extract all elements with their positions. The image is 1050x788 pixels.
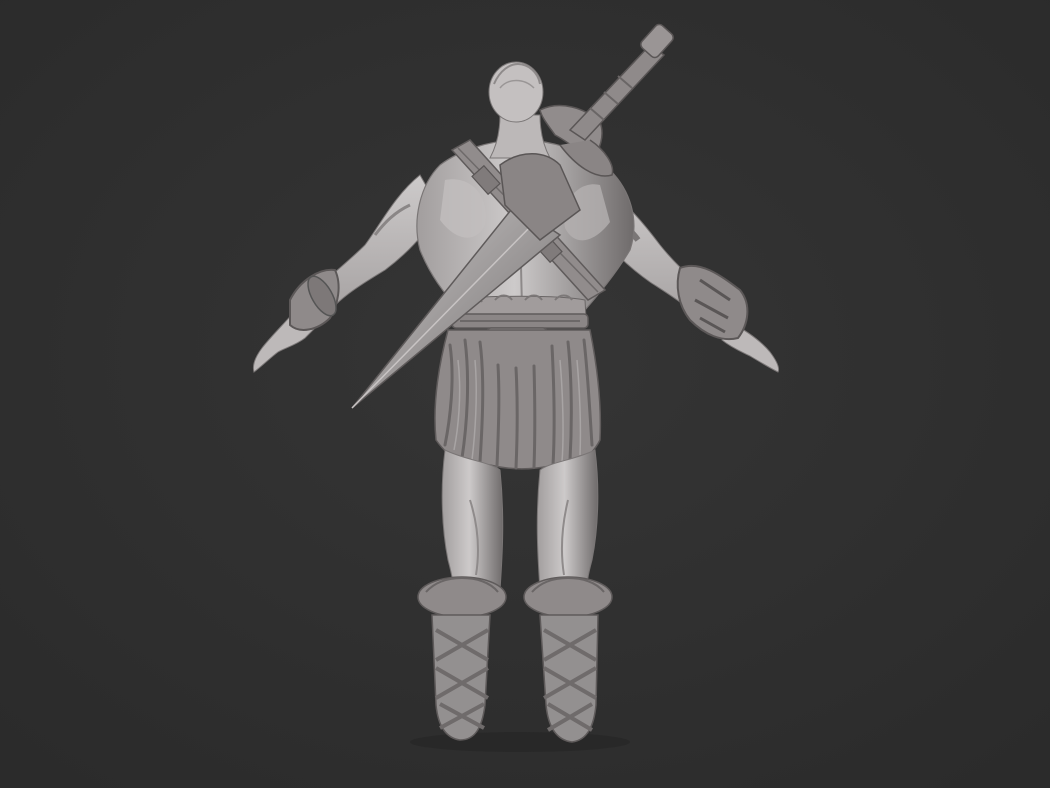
viewport[interactable] <box>0 0 1050 788</box>
render-canvas <box>0 0 1050 788</box>
fur-loincloth <box>434 329 602 470</box>
ground-shadow <box>410 732 630 752</box>
